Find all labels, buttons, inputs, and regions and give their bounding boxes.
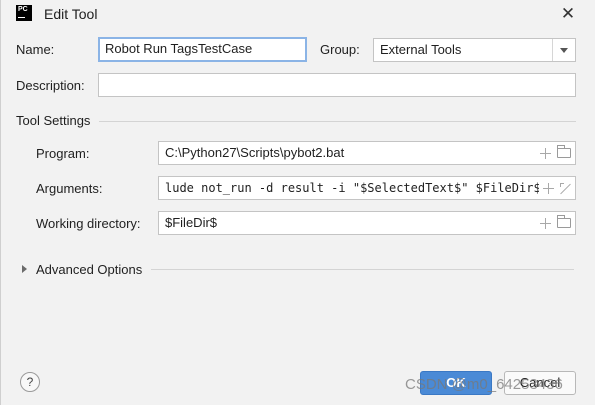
chevron-down-icon[interactable]: [552, 39, 575, 61]
group-select[interactable]: External Tools: [373, 38, 576, 62]
program-value: C:\Python27\Scripts\pybot2.bat: [165, 145, 345, 160]
program-label: Program:: [36, 146, 90, 161]
description-field[interactable]: [98, 73, 576, 97]
plus-icon[interactable]: [540, 147, 551, 159]
arguments-value: lude not_run -d result -i "$SelectedText…: [165, 181, 541, 195]
arguments-field-icons: [539, 180, 571, 196]
watermark: CSDN @m0_64253436: [405, 376, 563, 393]
folder-icon[interactable]: [557, 215, 571, 228]
section-divider: [99, 121, 576, 122]
working-directory-label: Working directory:: [36, 216, 141, 231]
edit-tool-dialog: PC Edit Tool ✕ Name: Robot Run TagsTestC…: [0, 0, 595, 405]
working-directory-field[interactable]: $FileDir$: [158, 211, 576, 235]
program-field[interactable]: C:\Python27\Scripts\pybot2.bat: [158, 141, 576, 165]
name-label: Name:: [16, 42, 55, 57]
arguments-field[interactable]: lude not_run -d result -i "$SelectedText…: [158, 176, 576, 200]
advanced-divider: [151, 269, 574, 270]
title-bar: PC Edit Tool ✕: [1, 0, 595, 28]
pycharm-logo-icon: PC: [16, 5, 32, 21]
tool-settings-title: Tool Settings: [16, 113, 91, 128]
group-label: Group:: [320, 42, 360, 57]
expand-icon[interactable]: [560, 182, 571, 194]
window-title: Edit Tool: [44, 6, 98, 22]
advanced-options-toggle[interactable]: Advanced Options: [36, 262, 142, 277]
close-button[interactable]: ✕: [557, 4, 579, 24]
arguments-label: Arguments:: [36, 181, 103, 196]
folder-icon[interactable]: [557, 145, 571, 158]
description-label: Description:: [16, 78, 85, 93]
chevron-right-icon[interactable]: [22, 265, 27, 273]
working-directory-value: $FileDir$: [165, 215, 218, 230]
group-selected-value: External Tools: [380, 42, 462, 57]
program-field-icons: [536, 145, 571, 161]
name-field[interactable]: Robot Run TagsTestCase: [98, 37, 307, 62]
help-button[interactable]: ?: [20, 372, 40, 392]
plus-icon[interactable]: [540, 217, 551, 229]
working-directory-field-icons: [536, 215, 571, 231]
plus-icon[interactable]: [543, 182, 554, 194]
